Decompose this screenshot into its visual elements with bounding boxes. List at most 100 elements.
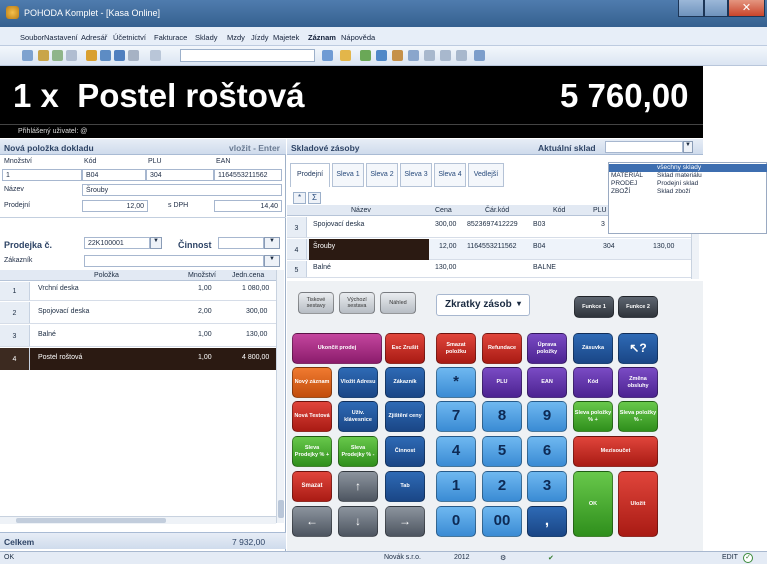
stock-row[interactable]: 5 Balné 130,00 BALNE xyxy=(287,261,691,278)
toolbar-icon[interactable] xyxy=(22,50,33,61)
menu-majetek[interactable]: Majetek xyxy=(273,33,299,42)
change-operator-button[interactable]: Změna obsluhy xyxy=(618,367,658,398)
key-8[interactable]: 8 xyxy=(482,401,522,432)
menu-soubor[interactable]: Soubor xyxy=(20,33,44,42)
subtotal-button[interactable]: Mezisoučet xyxy=(573,436,658,467)
insert-address-button[interactable]: Vložit Adresu xyxy=(338,367,378,398)
function-1-button[interactable]: Funkce 1 xyxy=(574,296,614,318)
menu-napoveda[interactable]: Nápověda xyxy=(341,33,375,42)
toolbar-icon[interactable] xyxy=(66,50,77,61)
toolbar-icon[interactable] xyxy=(392,50,403,61)
save-button[interactable]: Uložit xyxy=(618,471,658,537)
receipt-row[interactable]: 1 Vrchní deska 1,00 1 080,00 xyxy=(0,282,276,301)
preview-button[interactable]: Náhled xyxy=(380,292,416,314)
tab-sleva-4[interactable]: Sleva 4 xyxy=(434,163,466,187)
name-field[interactable]: Šrouby xyxy=(82,184,282,196)
key-4[interactable]: 4 xyxy=(436,436,476,467)
arrow-right-button[interactable]: → xyxy=(385,506,425,537)
menu-zaznam[interactable]: Záznam xyxy=(308,33,336,42)
horizontal-scrollbar[interactable] xyxy=(0,516,276,524)
code-field[interactable]: B04 xyxy=(82,169,146,181)
toolbar-icon[interactable] xyxy=(456,50,467,61)
stock-row-selected[interactable]: 4 Šrouby 12,00 1164553211562 B04 304 130… xyxy=(287,239,691,260)
tab-sleva-3[interactable]: Sleva 3 xyxy=(400,163,432,187)
menu-jizdy[interactable]: Jízdy xyxy=(251,33,269,42)
minimize-button[interactable] xyxy=(678,0,704,17)
dropdown-option[interactable]: všechny sklady xyxy=(609,164,767,172)
ok-button[interactable]: OK xyxy=(573,471,613,537)
new-record-button[interactable]: Nový záznam xyxy=(292,367,332,398)
decimal-key[interactable]: , xyxy=(527,506,567,537)
toolbar-icon[interactable] xyxy=(100,50,111,61)
tab-sleva-1[interactable]: Sleva 1 xyxy=(332,163,364,187)
toolbar-icon[interactable] xyxy=(360,50,371,61)
toolbar-icon[interactable] xyxy=(38,50,49,61)
chevron-down-icon[interactable]: ▼ xyxy=(264,255,280,267)
warehouse-select[interactable] xyxy=(605,141,683,153)
menu-mzdy[interactable]: Mzdy xyxy=(227,33,245,42)
customer-button[interactable]: Zákazník xyxy=(385,367,425,398)
key-0[interactable]: 0 xyxy=(436,506,476,537)
tab-vedlejsi[interactable]: Vedlejší xyxy=(468,163,504,187)
toolbar-icon[interactable] xyxy=(340,50,351,61)
ean-button[interactable]: EAN xyxy=(527,367,567,398)
toolbar-icon[interactable] xyxy=(376,50,387,61)
delete-item-button[interactable]: Smazat položku xyxy=(436,333,476,364)
toolbar-icon[interactable] xyxy=(150,50,161,61)
tab-prodejni[interactable]: Prodejní xyxy=(290,163,330,187)
chevron-down-icon[interactable]: ▼ xyxy=(264,237,280,249)
toolbar-icon[interactable] xyxy=(128,50,139,61)
menu-adresar[interactable]: Adresář xyxy=(81,33,107,42)
receipt-row[interactable]: 2 Spojovací deska 2,00 300,00 xyxy=(0,302,276,324)
delete-backspace-button[interactable]: Smazat xyxy=(292,471,332,502)
dropdown-option[interactable]: ZBOŽÍ Sklad zboží xyxy=(609,188,767,196)
toolbar-icon[interactable] xyxy=(114,50,125,61)
key-6[interactable]: 6 xyxy=(527,436,567,467)
key-1[interactable]: 1 xyxy=(436,471,476,502)
help-icon[interactable] xyxy=(474,50,485,61)
user-keyboard-button[interactable]: Uživ. klávesnice xyxy=(338,401,378,432)
arrow-up-button[interactable]: ↑ xyxy=(338,471,378,502)
plu-button[interactable]: PLU xyxy=(482,367,522,398)
end-sale-button[interactable]: Ukončit prodej xyxy=(292,333,382,364)
toolbar-icon[interactable] xyxy=(52,50,63,61)
activity-select[interactable] xyxy=(218,237,264,249)
customer-field[interactable] xyxy=(84,255,264,267)
esc-cancel-button[interactable]: Esc Zrušit xyxy=(385,333,425,364)
toolbar-icon[interactable] xyxy=(440,50,451,61)
chevron-down-icon[interactable]: ▼ xyxy=(150,237,162,249)
toolbar-search-field[interactable] xyxy=(180,49,315,62)
warehouse-dropdown[interactable]: všechny sklady MATERIÁL Sklad materiálu … xyxy=(608,162,767,234)
key-7[interactable]: 7 xyxy=(436,401,476,432)
receipt-number-select[interactable]: 22K100001 xyxy=(84,237,150,249)
price-field[interactable]: 12,00 xyxy=(82,200,148,212)
vertical-scrollbar[interactable] xyxy=(276,270,284,523)
receipt-row-selected[interactable]: 4 Postel roštová 1,00 4 800,00 xyxy=(0,348,276,370)
key-5[interactable]: 5 xyxy=(482,436,522,467)
menu-fakturace[interactable]: Fakturace xyxy=(154,33,187,42)
arrow-down-button[interactable]: ↓ xyxy=(338,506,378,537)
tab-button[interactable]: Tab xyxy=(385,471,425,502)
toolbar-icon[interactable] xyxy=(424,50,435,61)
toolbar-icon[interactable] xyxy=(408,50,419,61)
chevron-down-icon[interactable]: ▼ xyxy=(683,141,693,153)
item-discount-minus-button[interactable]: Sleva položky % - xyxy=(618,401,658,432)
function-2-button[interactable]: Funkce 2 xyxy=(618,296,658,318)
drawer-button[interactable]: Zásuvka xyxy=(573,333,613,364)
default-report-button[interactable]: Výchozí sestava xyxy=(339,292,375,314)
arrow-left-button[interactable]: ← xyxy=(292,506,332,537)
help-button[interactable]: ↖? xyxy=(618,333,658,364)
item-discount-plus-button[interactable]: Sleva položky % + xyxy=(573,401,613,432)
key-2[interactable]: 2 xyxy=(482,471,522,502)
filter-star-icon[interactable]: * xyxy=(293,192,306,204)
plu-field[interactable]: 304 xyxy=(146,169,214,181)
menu-nastaveni[interactable]: Nastavení xyxy=(44,33,78,42)
dropdown-option[interactable]: MATERIÁL Sklad materiálu xyxy=(609,172,767,180)
stock-shortcuts-select[interactable]: Zkratky zásob ▾ xyxy=(436,294,530,316)
tab-sleva-2[interactable]: Sleva 2 xyxy=(366,163,398,187)
price-check-button[interactable]: Zjištění ceny xyxy=(385,401,425,432)
maximize-button[interactable] xyxy=(704,0,728,17)
new-test-button[interactable]: Nová Testová xyxy=(292,401,332,432)
key-3[interactable]: 3 xyxy=(527,471,567,502)
dropdown-option[interactable]: PRODEJ Prodejní sklad xyxy=(609,180,767,188)
